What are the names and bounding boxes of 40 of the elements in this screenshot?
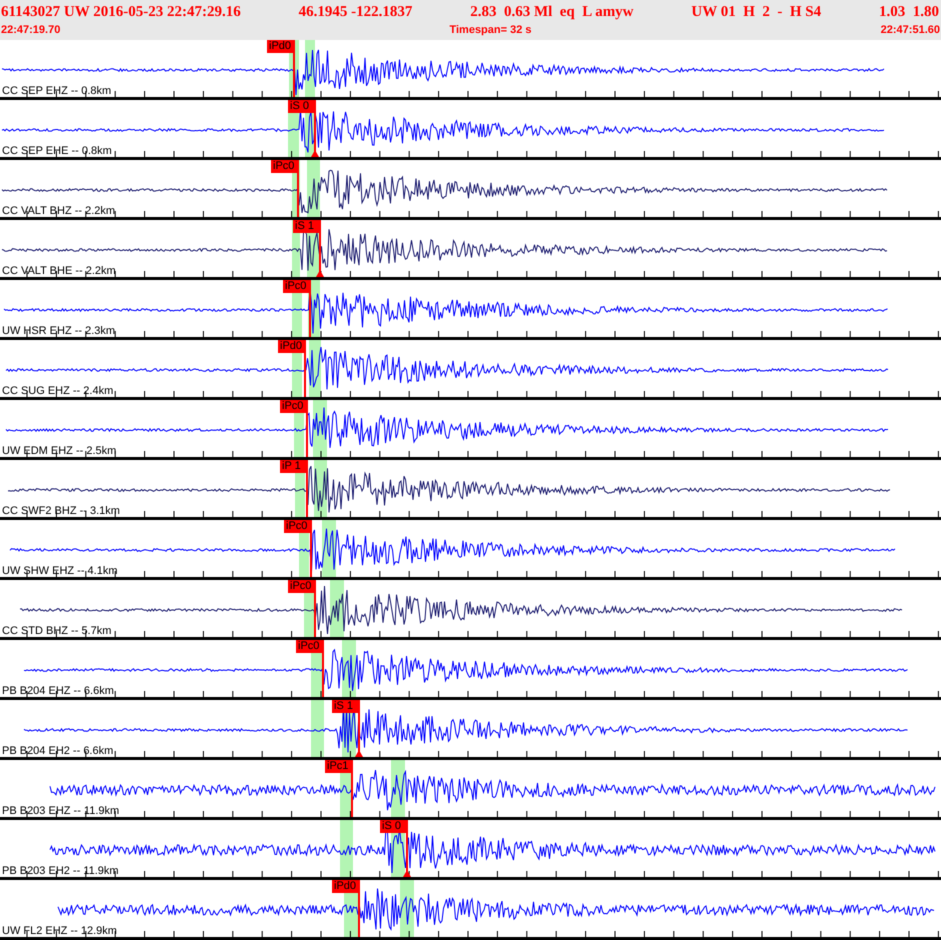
event-info: 61143027 UW 2016-05-23 22:47:29.16 [1,2,241,22]
station-label: PB B204 EHZ -- 6.6km [2,685,114,697]
station-label: CC SWF2 BHZ -- 3.1km [2,505,120,517]
timespan-label: Timespan= 32 s [448,24,532,37]
pick-flag[interactable]: iPd0 [278,340,305,353]
pick-flag[interactable]: iPc0 [288,580,315,593]
station-label: CC SUG EHZ -- 2.4km [2,385,114,397]
pick-flag[interactable]: iS 0 [288,100,315,113]
event-info: 46.1945 -122.1837 [298,2,412,22]
station-label: CC SEP EHE -- 0.8km [2,145,112,157]
time-window [340,820,353,877]
end-time: 22:47:51.60 [880,24,940,37]
pick-flag[interactable]: iPc0 [284,520,311,533]
pick-flag[interactable]: iPc0 [283,280,310,293]
pick-flag[interactable]: iS 1 [332,700,359,713]
pick-flag[interactable]: iPc0 [296,640,323,653]
event-info: UW 01 H 2 - H S4 [691,2,822,22]
start-time: 22:47:19.70 [1,24,60,37]
pick-flag[interactable]: iPd0 [332,880,359,893]
station-label: CC VALT BHZ -- 2.2km [2,205,116,217]
station-label: UW SHW EHZ -- 4.1km [2,565,118,577]
station-label: UW FL2 EHZ -- 12.9km [2,925,117,937]
station-label: CC VALT BHE -- 2.2km [2,265,116,277]
pick-flag[interactable]: iP 1 [280,460,307,473]
event-info: 1.03 1.80 [878,2,939,22]
station-label: PB B203 EH2 -- 11.9km [2,865,119,877]
station-label: CC SEP EHZ -- 0.8km [2,85,112,97]
event-info: 2.83 0.63 Ml eq L amyw [470,2,634,22]
station-label: UW HSR EHZ -- 2.3km [2,325,116,337]
pick-flag[interactable]: iS 0 [380,820,407,833]
station-label: PB B203 EHZ -- 11.9km [2,805,120,817]
time-window [311,700,324,757]
station-label: PB B204 EH2 -- 6.6km [2,745,114,757]
station-label: CC STD BHZ -- 5.7km [2,625,112,637]
pick-flag[interactable]: iPc0 [271,160,298,173]
pick-flag[interactable]: iPc1 [325,760,352,773]
pick-flag[interactable]: iS 1 [293,220,320,233]
pick-flag[interactable]: iPd0 [267,40,294,53]
pick-flag[interactable]: iPc0 [280,400,307,413]
station-label: UW EDM EHZ -- 2.5km [2,445,116,457]
